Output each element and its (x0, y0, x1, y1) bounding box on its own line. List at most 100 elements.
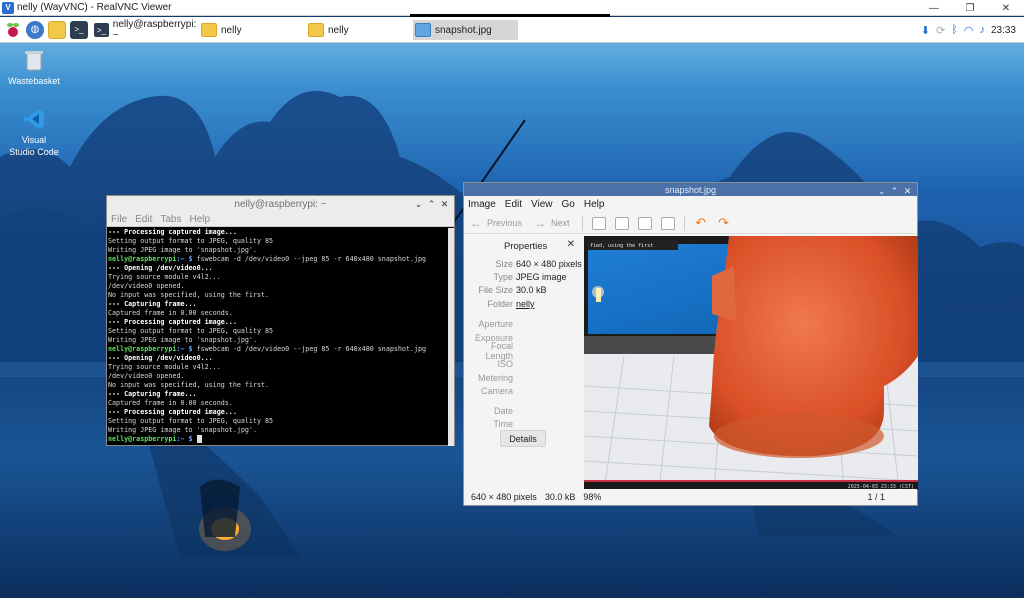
chevron-up-icon[interactable]: ⌃ (425, 199, 438, 210)
snapshot-photo: fied, using the first 2025-04-03 23:33 (… (584, 236, 918, 490)
task-label: nelly@raspberrypi: ~ (112, 19, 197, 41)
terminal-scrollbar[interactable] (448, 228, 454, 446)
minimize-button[interactable]: — (916, 0, 952, 16)
terminal-line: Writing JPEG image to 'snapshot.jpg'. (108, 246, 257, 254)
menu-tabs[interactable]: Tabs (160, 214, 181, 225)
clock[interactable]: 23:33 (991, 25, 1016, 36)
rotate-left-icon[interactable]: ↶ (694, 216, 708, 230)
prompt-path: :~ $ (176, 255, 193, 263)
chevron-down-icon[interactable]: ⌄ (412, 199, 425, 210)
snapshot-image[interactable]: fied, using the first 2025-04-03 23:33 (… (584, 236, 918, 490)
folder-link[interactable]: nelly (516, 299, 535, 309)
terminal-titlebar[interactable]: nelly@raspberrypi: ~ ⌄ ⌃ ✕ (107, 196, 454, 212)
terminal-line: Setting output format to JPEG, quality 8… (108, 327, 274, 335)
property-key: Size (495, 258, 513, 269)
terminal-line: nelly@raspberrypi:~ $ fswebcam -d /dev/v… (108, 255, 453, 264)
vnc-window-title: nelly (WayVNC) - RealVNC Viewer (17, 2, 172, 13)
details-button[interactable]: Details (500, 430, 546, 447)
menu-view[interactable]: View (531, 199, 553, 210)
vscode-icon (21, 106, 47, 132)
menu-go[interactable]: Go (562, 199, 575, 210)
status-dimensions: 640 × 480 pixels (471, 492, 537, 502)
terminal-line: --- Processing captured image... (108, 228, 237, 236)
taskbar-task-snapshot[interactable]: snapshot.jpg (413, 20, 518, 40)
terminal-line: --- Capturing frame... (108, 300, 197, 308)
print-image-icon[interactable] (660, 216, 675, 230)
prompt-user: nelly@raspberrypi (108, 345, 177, 353)
rotate-right-icon[interactable]: ↷ (717, 216, 731, 230)
taskbar-task-folder-nelly-2[interactable]: nelly (306, 20, 412, 40)
status-page: 1 / 1 (867, 492, 885, 502)
menu-help[interactable]: Help (584, 199, 605, 210)
close-button[interactable]: ✕ (988, 0, 1024, 16)
download-icon[interactable]: ⬇ (921, 24, 930, 37)
status-zoom: 98% (583, 492, 602, 502)
taskbar-task-terminal[interactable]: >_ nelly@raspberrypi: ~ (92, 19, 198, 41)
image-gallery-icon[interactable] (614, 216, 629, 230)
folder-icon (308, 23, 324, 37)
close-icon[interactable]: ✕ (567, 239, 575, 250)
taskbar-task-folder-nelly-1[interactable]: nelly (199, 20, 305, 40)
property-folder: Folder nelly (464, 297, 583, 310)
volume-icon[interactable]: ♪ (979, 24, 985, 36)
wifi-icon[interactable]: ◠ (964, 24, 974, 37)
command-text: fswebcam -d /dev/video0 --jpeg 85 -r 640… (192, 255, 427, 263)
terminal-icon: >_ (94, 23, 109, 37)
terminal-line: --- Opening /dev/video0... (108, 264, 213, 272)
terminal-window: nelly@raspberrypi: ~ ⌄ ⌃ ✕ File Edit Tab… (106, 195, 455, 446)
property-value: 30.0 kB (516, 285, 547, 296)
terminal-line: Captured frame in 0.00 seconds. (108, 399, 233, 407)
prompt-user: nelly@raspberrypi (108, 255, 177, 263)
terminal-line: --- Processing captured image... (108, 318, 237, 326)
raspberry-menu-icon[interactable] (4, 20, 22, 39)
desktop-icon-vscode[interactable]: Visual Studio Code (2, 106, 66, 158)
chevron-down-icon[interactable]: ⌄ (875, 186, 888, 197)
image-viewer-titlebar[interactable]: snapshot.jpg ⌄ ⌃ ✕ (464, 183, 917, 196)
desktop-icon-wastebasket[interactable]: Wastebasket (2, 47, 66, 87)
sync-icon[interactable]: ⟳ (936, 24, 945, 37)
image-icon (415, 23, 431, 37)
task-label: snapshot.jpg (435, 24, 492, 36)
property-file-size: File Size 30.0 kB (464, 284, 583, 297)
menu-edit[interactable]: Edit (135, 214, 152, 225)
terminal-icon[interactable]: >_ (70, 20, 88, 39)
arrow-right-icon: → (534, 216, 547, 230)
close-icon[interactable]: ✕ (901, 186, 914, 197)
menu-edit[interactable]: Edit (505, 199, 522, 210)
close-icon[interactable]: ✕ (438, 199, 451, 210)
web-browser-icon[interactable]: ◍ (26, 20, 44, 39)
property-value: JPEG image (516, 272, 567, 283)
menu-image[interactable]: Image (468, 199, 496, 210)
toolbar-separator (581, 215, 583, 231)
property-key: Metering (477, 372, 513, 383)
taskbar: ◍ >_ >_ nelly@raspberrypi: ~ nelly nelly… (0, 17, 1024, 43)
property-key: Date (493, 405, 513, 416)
copy-image-icon[interactable] (637, 216, 652, 230)
property-key: ISO (497, 359, 513, 370)
image-viewer-title: snapshot.jpg (664, 184, 717, 195)
terminal-line: --- Processing captured image... (108, 408, 237, 416)
property-type: Type JPEG image (464, 270, 583, 283)
open-image-icon[interactable] (591, 216, 606, 230)
menu-file[interactable]: File (111, 214, 127, 225)
property-value: 640 × 480 pixels (516, 258, 582, 269)
prompt-user: nelly@raspberrypi (108, 435, 177, 443)
folder-icon (201, 23, 217, 37)
menu-help[interactable]: Help (189, 214, 210, 225)
previous-button[interactable]: ← Previous (470, 216, 522, 230)
terminal-line: /dev/video0 opened. (108, 372, 185, 380)
terminal-menubar: File Edit Tabs Help (107, 212, 454, 227)
properties-panel: Properties ✕ Size 640 × 480 pixels Type … (464, 235, 583, 486)
next-button[interactable]: → Next (534, 216, 570, 230)
file-manager-icon[interactable] (48, 20, 66, 39)
terminal-line: Trying source module v4l2... (108, 363, 221, 371)
chevron-up-icon[interactable]: ⌃ (888, 186, 901, 197)
toolbar-separator (683, 215, 685, 231)
terminal-line: No input was specified, using the first. (108, 381, 270, 389)
terminal-output[interactable]: --- Processing captured image... Setting … (107, 227, 454, 445)
bluetooth-icon[interactable]: ᛒ (951, 24, 958, 36)
image-viewer-statusbar: 640 × 480 pixels 30.0 kB 98% 1 / 1 (464, 489, 917, 505)
image-viewer-menubar: Image Edit View Go Help (464, 196, 917, 213)
terminal-line: Writing JPEG image to 'snapshot.jpg'. (108, 336, 257, 344)
maximize-button[interactable]: ❐ (952, 0, 988, 16)
